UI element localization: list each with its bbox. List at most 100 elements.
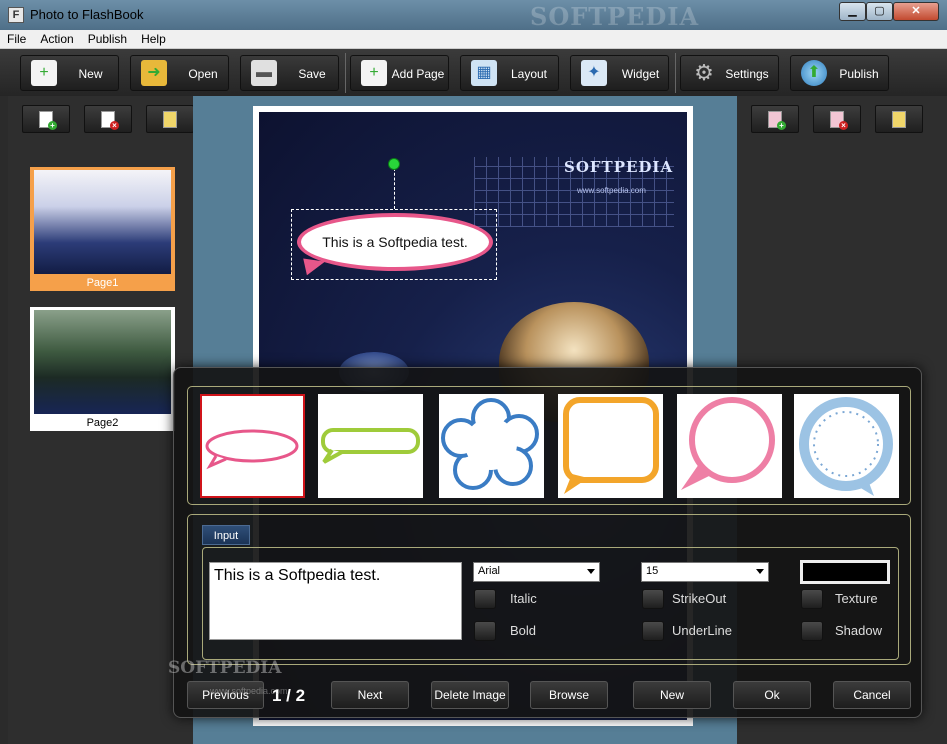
page-label: Page1 (86, 277, 119, 289)
open-folder-icon: ➜ (141, 60, 167, 86)
new-button[interactable]: + New (20, 55, 119, 91)
rotation-guide-line (394, 168, 395, 209)
bold-checkbox[interactable] (474, 621, 496, 641)
underline-checkbox[interactable] (642, 621, 664, 641)
bubble-shape-oval-pink[interactable] (200, 394, 305, 498)
rect-bubble-icon (321, 428, 420, 464)
add-page-icon: + (361, 60, 387, 86)
bubble-shape-circle-pink[interactable] (677, 394, 782, 498)
italic-label: Italic (510, 591, 537, 606)
layout-icon: ▦ (471, 60, 497, 86)
texture-checkbox[interactable] (801, 589, 823, 609)
ring-bubble-icon (799, 397, 893, 496)
delete-page-button[interactable]: × (84, 105, 132, 133)
bubble-shape-ring-blue[interactable] (794, 394, 899, 498)
text-input-group: Input This is a Softpedia test. Arial 15… (187, 514, 911, 665)
widget-icon: ✦ (581, 60, 607, 86)
page-thumbnail-1[interactable]: Page1 (30, 167, 175, 291)
globe-publish-icon: ⬆ (801, 60, 827, 86)
title-bar: F Photo to FlashBook SOFTPEDIA ▁ ▢ ✕ (0, 0, 947, 31)
softpedia-watermark-url: www.softpedia.com (210, 686, 288, 696)
bubble-shape-rect-green[interactable] (318, 394, 423, 498)
edit-image-button[interactable] (875, 105, 923, 133)
delete-image-button[interactable]: Delete Image (431, 681, 509, 709)
strikeout-label: StrikeOut (672, 591, 727, 606)
app-icon: F (8, 7, 24, 23)
image-url-text: www.softpedia.com (577, 186, 646, 195)
speech-bubble-text: This is a Softpedia test. (322, 234, 468, 250)
new-document-icon: + (31, 60, 57, 86)
ok-button[interactable]: Ok (733, 681, 811, 709)
speech-bubble-dialog: Input This is a Softpedia test. Arial 15… (173, 367, 922, 718)
softpedia-watermark: SOFTPEDIA (530, 2, 700, 31)
settings-button[interactable]: ⚙ Settings (680, 55, 779, 91)
browse-button[interactable]: Browse (530, 681, 608, 709)
edit-page-icon (163, 111, 177, 128)
bubble-shape-gallery (187, 386, 911, 505)
text-color-picker[interactable] (800, 560, 890, 584)
new-bubble-button[interactable]: New (633, 681, 711, 709)
rotation-handle[interactable] (388, 158, 400, 170)
add-page-button[interactable]: + Add Page (350, 55, 449, 91)
page-thumbnail-image (34, 310, 171, 414)
save-button[interactable]: ▬ Save (240, 55, 339, 91)
text-settings-panel: This is a Softpedia test. Arial 15 Itali… (202, 547, 899, 660)
add-page-small-button[interactable]: + (22, 105, 70, 133)
gear-icon: ⚙ (694, 60, 714, 85)
bold-label: Bold (510, 623, 537, 638)
texture-label: Texture (835, 591, 878, 606)
menu-bar: File Action Publish Help (0, 30, 947, 49)
menu-file[interactable]: File (0, 30, 33, 48)
oval-bubble-icon (205, 429, 299, 470)
plus-badge-icon: + (48, 121, 57, 130)
edit-page-button[interactable] (146, 105, 194, 133)
add-image-button[interactable]: + (751, 105, 799, 133)
delete-image-small-button[interactable]: × (813, 105, 861, 133)
font-size-select[interactable]: 15 (641, 562, 769, 582)
close-button[interactable]: ✕ (893, 2, 939, 21)
next-button[interactable]: Next (331, 681, 409, 709)
menu-publish[interactable]: Publish (81, 30, 134, 48)
chevron-down-icon (756, 569, 764, 574)
maximize-button[interactable]: ▢ (866, 2, 893, 21)
font-family-select[interactable]: Arial (473, 562, 600, 582)
page-thumbnail-image (34, 170, 171, 274)
floppy-disk-icon: ▬ (251, 60, 277, 86)
menu-action[interactable]: Action (33, 30, 80, 48)
page-list-panel: + × Page1 Page2 (8, 96, 194, 744)
square-bubble-icon (563, 397, 659, 494)
toolbar-separator (675, 53, 676, 93)
widget-button[interactable]: ✦ Widget (570, 55, 669, 91)
image-brand-text: SOFTPEDIA (564, 158, 674, 176)
softpedia-watermark: SOFTPEDIA (168, 658, 282, 678)
page-thumbnail-2[interactable]: Page2 (30, 307, 175, 431)
shadow-label: Shadow (835, 623, 882, 638)
minimize-button[interactable]: ▁ (839, 2, 866, 21)
remove-badge-icon: × (839, 121, 848, 130)
window-title: Photo to FlashBook (30, 7, 144, 22)
cloud-bubble-icon (441, 398, 539, 490)
layout-button[interactable]: ▦ Layout (460, 55, 559, 91)
italic-checkbox[interactable] (474, 589, 496, 609)
underline-label: UnderLine (672, 623, 732, 638)
strikeout-checkbox[interactable] (642, 589, 664, 609)
main-toolbar: + New ➜ Open ▬ Save + Add Page ▦ Layout … (0, 49, 947, 96)
font-family-value: Arial (478, 565, 501, 577)
edit-image-icon (892, 111, 906, 128)
bubble-text-input[interactable]: This is a Softpedia test. (209, 562, 462, 640)
font-size-value: 15 (646, 565, 659, 577)
chevron-down-icon (587, 569, 595, 574)
shadow-checkbox[interactable] (801, 621, 823, 641)
open-button[interactable]: ➜ Open (130, 55, 229, 91)
bubble-shape-square-orange[interactable] (558, 394, 663, 498)
tab-input[interactable]: Input (202, 525, 250, 545)
cancel-button[interactable]: Cancel (833, 681, 911, 709)
page-label: Page2 (86, 417, 119, 429)
remove-badge-icon: × (110, 121, 119, 130)
bubble-shape-cloud-blue[interactable] (439, 394, 544, 498)
menu-help[interactable]: Help (134, 30, 173, 48)
publish-button[interactable]: ⬆ Publish (790, 55, 889, 91)
toolbar-separator (345, 53, 346, 93)
plus-badge-icon: + (777, 121, 786, 130)
circle-bubble-icon (681, 397, 775, 490)
